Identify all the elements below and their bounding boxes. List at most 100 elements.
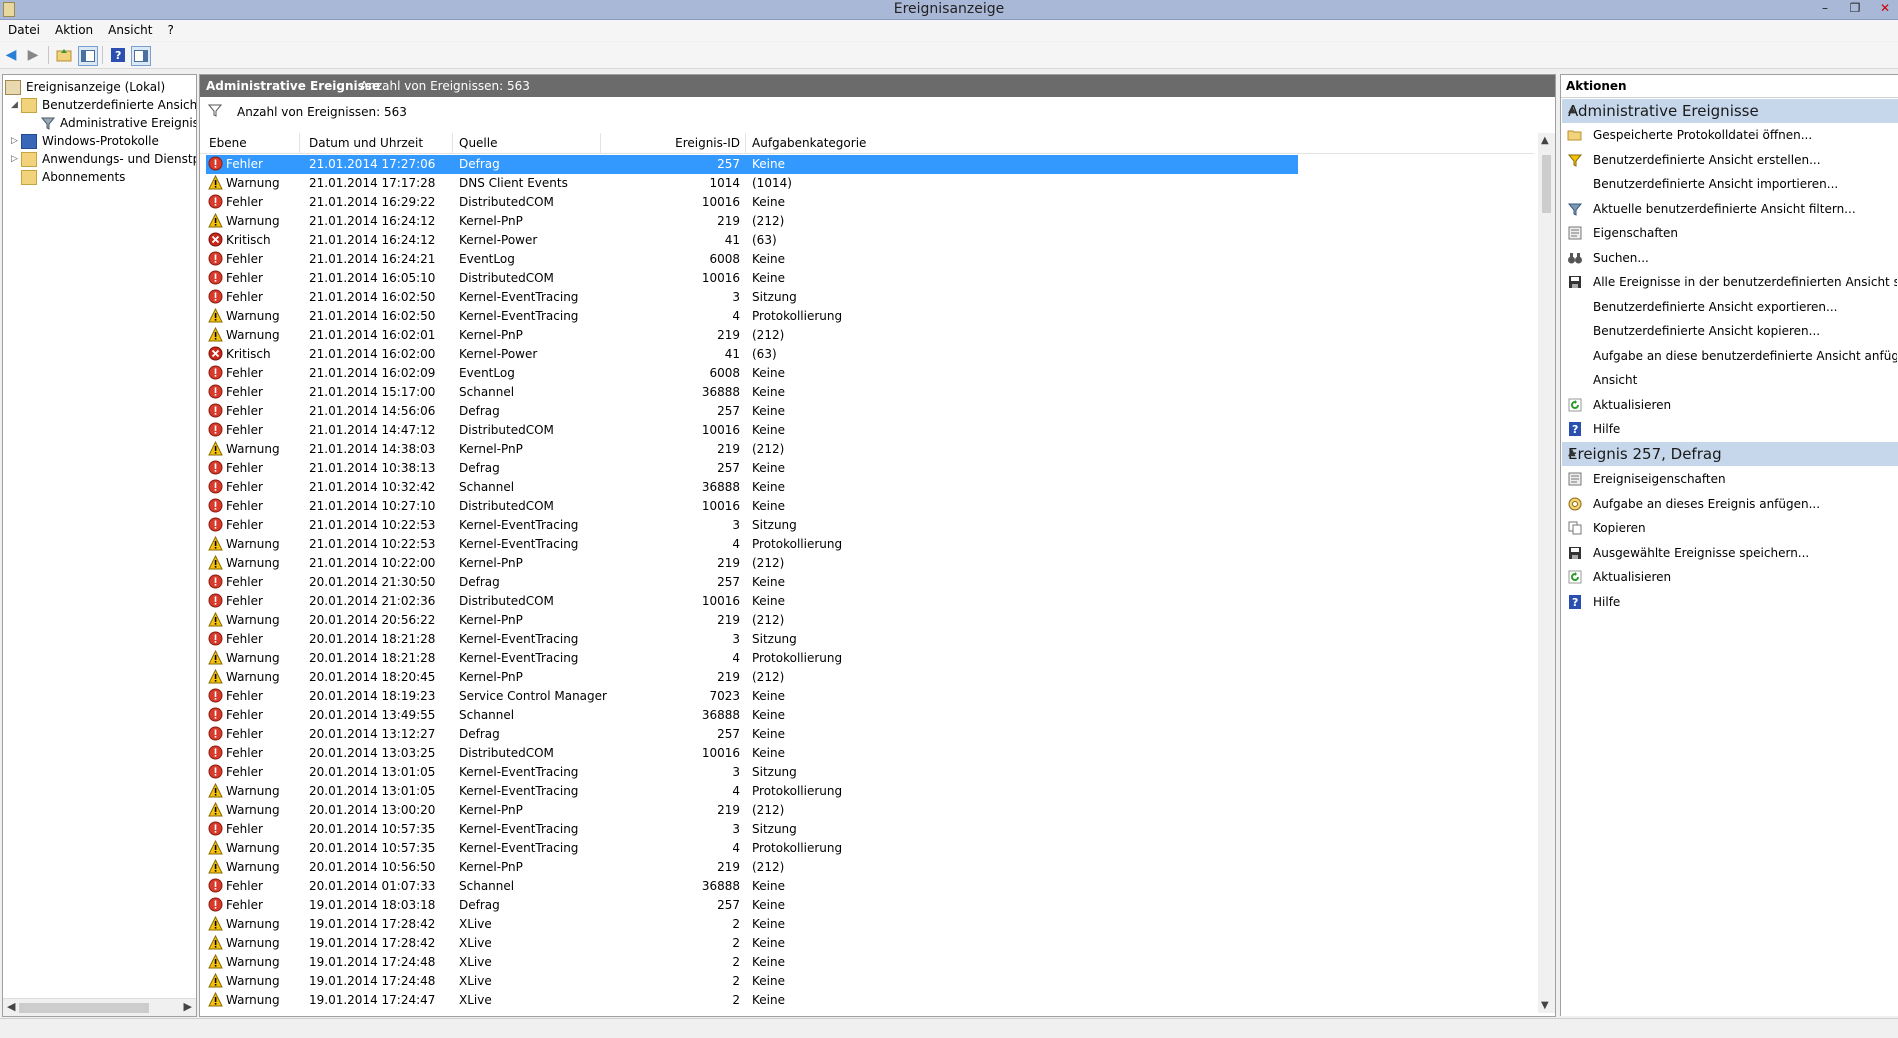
column-level[interactable]: Ebene [209, 136, 247, 150]
table-row[interactable]: Fehler 20.01.2014 13:03:25 DistributedCOM 1… [200, 744, 1534, 763]
events-vertical-scrollbar[interactable]: ▲ ▼ [1538, 133, 1555, 1013]
action-item[interactable]: Aufgabe an dieses Ereignis anfügen... [1567, 494, 1897, 514]
tree-item-windows-logs[interactable]: ▷ Windows-Protokolle [11, 132, 159, 150]
table-row[interactable]: Fehler 21.01.2014 16:02:09 EventLog 6008 Kei… [200, 364, 1534, 383]
table-row[interactable]: Warnung 21.01.2014 10:22:53 Kernel-EventTr… [200, 535, 1534, 554]
table-row[interactable]: Fehler 21.01.2014 10:32:42 Schannel 36888 Ke… [200, 478, 1534, 497]
minimize-button[interactable]: – [1814, 0, 1836, 18]
action-item[interactable]: Ereigniseigenschaften [1567, 469, 1897, 489]
table-row[interactable]: Fehler 21.01.2014 10:27:10 DistributedCOM 1… [200, 497, 1534, 516]
tree-item-root[interactable]: Ereignisanzeige (Lokal) [5, 78, 165, 96]
table-row[interactable]: Warnung 20.01.2014 20:56:22 Kernel-PnP 219 (… [200, 611, 1534, 630]
column-source[interactable]: Quelle [459, 136, 497, 150]
collapse-caret-icon[interactable]: ▲ [1568, 104, 1897, 115]
table-row[interactable]: Fehler 20.01.2014 18:21:28 Kernel-EventTra… [200, 630, 1534, 649]
table-row[interactable]: Fehler 21.01.2014 16:24:21 EventLog 6008 Kei… [200, 250, 1534, 269]
table-row[interactable]: Warnung 19.01.2014 17:28:42 XLive 2 Keine [200, 915, 1534, 934]
action-item[interactable]: Ausgewählte Ereignisse speichern... [1567, 543, 1897, 563]
actions-section-event[interactable]: Ereignis 257, Defrag ▲ [1562, 442, 1898, 466]
table-row[interactable]: Warnung 21.01.2014 10:22:00 Kernel-PnP 219 (… [200, 554, 1534, 573]
scroll-left-icon[interactable]: ◀ [7, 1000, 15, 1013]
close-button[interactable]: ✕ [1874, 0, 1896, 18]
table-row[interactable]: Warnung 21.01.2014 17:17:28 DNS Client Eve… [200, 174, 1534, 193]
table-row[interactable]: Warnung 19.01.2014 17:24:48 XLive 2 Keine [200, 953, 1534, 972]
menu-ansicht[interactable]: Ansicht [100, 20, 159, 37]
scroll-down-icon[interactable]: ▼ [1541, 1000, 1549, 1011]
action-item[interactable]: Benutzerdefinierte Ansicht importieren..… [1567, 174, 1897, 194]
action-item[interactable]: ? Hilfe [1567, 419, 1897, 439]
tree-item-custom-views[interactable]: ◢ Benutzerdefinierte Ansichten [11, 96, 196, 114]
action-item[interactable]: Benutzerdefinierte Ansicht kopieren... [1567, 321, 1897, 341]
table-row[interactable]: Warnung 21.01.2014 16:02:50 Kernel-EventTr… [200, 307, 1534, 326]
action-item[interactable]: Aktualisieren [1567, 567, 1897, 587]
tree-item-subscriptions[interactable]: Abonnements [21, 168, 125, 186]
table-row[interactable]: Fehler 21.01.2014 14:56:06 Defrag 257 Keine [200, 402, 1534, 421]
table-row[interactable]: Fehler 21.01.2014 16:02:50 Kernel-EventTra… [200, 288, 1534, 307]
menu-help[interactable]: ? [159, 20, 180, 37]
table-row[interactable]: Fehler 21.01.2014 16:29:22 DistributedCOM 1… [200, 193, 1534, 212]
restore-button[interactable]: ❐ [1844, 0, 1866, 18]
action-item[interactable]: Suchen... [1567, 248, 1897, 268]
table-row[interactable]: Warnung 20.01.2014 18:20:45 Kernel-PnP 219 (… [200, 668, 1534, 687]
tree-item-app-logs[interactable]: ▷ Anwendungs- und Dienstprot [11, 150, 196, 168]
table-row[interactable]: Fehler 20.01.2014 13:49:55 Schannel 36888 Ke… [200, 706, 1534, 725]
table-row[interactable]: Fehler 21.01.2014 15:17:00 Schannel 36888 Ke… [200, 383, 1534, 402]
back-arrow-icon[interactable]: ◀ [2, 46, 20, 64]
scroll-up-icon[interactable]: ▲ [1541, 135, 1549, 146]
table-row[interactable]: Fehler 21.01.2014 14:47:12 DistributedCOM 1… [200, 421, 1534, 440]
table-row[interactable]: Fehler 21.01.2014 10:38:13 Defrag 257 Keine [200, 459, 1534, 478]
action-item[interactable]: Aufgabe an diese benutzerdefinierte Ansi… [1567, 346, 1897, 366]
table-row[interactable]: Warnung 20.01.2014 13:00:20 Kernel-PnP 219 (… [200, 801, 1534, 820]
table-row[interactable]: Warnung 19.01.2014 17:24:47 XLive 2 Keine [200, 991, 1534, 1010]
collapse-arrow-icon[interactable]: ▷ [11, 136, 21, 146]
tree-horizontal-scrollbar[interactable]: ◀ ▶ [3, 998, 196, 1016]
table-row[interactable]: Warnung 21.01.2014 16:24:12 Kernel-PnP 219 (… [200, 212, 1534, 231]
action-item[interactable]: Gespeicherte Protokolldatei öffnen... [1567, 125, 1897, 145]
scroll-thumb[interactable] [19, 1003, 149, 1013]
table-row[interactable]: Kritisch 21.01.2014 16:02:00 Kernel-Power 4… [200, 345, 1534, 364]
table-row[interactable]: Warnung 21.01.2014 14:38:03 Kernel-PnP 219 (… [200, 440, 1534, 459]
table-row[interactable]: Warnung 20.01.2014 10:57:35 Kernel-EventTr… [200, 839, 1534, 858]
show-hide-tree-icon[interactable] [78, 46, 98, 66]
table-row[interactable]: Fehler 20.01.2014 13:01:05 Kernel-EventTra… [200, 763, 1534, 782]
table-row[interactable]: Fehler 20.01.2014 01:07:33 Schannel 36888 Ke… [200, 877, 1534, 896]
menu-aktion[interactable]: Aktion [47, 20, 100, 37]
action-item[interactable]: Benutzerdefinierte Ansicht exportieren..… [1567, 297, 1897, 317]
action-item[interactable]: Aktualisieren [1567, 395, 1897, 415]
table-row[interactable]: Warnung 19.01.2014 17:24:48 XLive 2 Keine [200, 972, 1534, 991]
column-datetime[interactable]: Datum und Uhrzeit [309, 136, 423, 150]
tree-item-admin-events[interactable]: Administrative Ereignisse [40, 114, 196, 132]
collapse-caret-icon[interactable]: ▲ [1568, 447, 1897, 458]
table-row[interactable]: Fehler 20.01.2014 13:12:27 Defrag 257 Keine [200, 725, 1534, 744]
table-row[interactable]: Kritisch 21.01.2014 16:24:12 Kernel-Power 4… [200, 231, 1534, 250]
column-task-category[interactable]: Aufgabenkategorie [752, 136, 866, 150]
table-row[interactable]: Fehler 21.01.2014 16:05:10 DistributedCOM 1… [200, 269, 1534, 288]
table-row[interactable]: Fehler 21.01.2014 17:27:06 Defrag 257 Keine [206, 155, 1298, 174]
table-row[interactable]: Warnung 20.01.2014 10:56:50 Kernel-PnP 219 (… [200, 858, 1534, 877]
show-action-pane-icon[interactable] [131, 46, 151, 66]
action-item[interactable]: ? Hilfe [1567, 592, 1897, 612]
action-item[interactable]: Ansicht [1567, 370, 1897, 390]
help-icon[interactable]: ? [109, 46, 127, 64]
action-item[interactable]: Aktuelle benutzerdefinierte Ansicht filt… [1567, 199, 1897, 219]
table-row[interactable]: Warnung 20.01.2014 13:01:05 Kernel-EventTr… [200, 782, 1534, 801]
actions-section-admin-events[interactable]: Administrative Ereignisse ▲ [1562, 99, 1898, 123]
action-item[interactable]: Kopieren [1567, 518, 1897, 538]
table-row[interactable]: Fehler 20.01.2014 10:57:35 Kernel-EventTra… [200, 820, 1534, 839]
action-item[interactable]: Alle Ereignisse in der benutzerdefiniert… [1567, 272, 1897, 292]
table-row[interactable]: Warnung 19.01.2014 17:28:42 XLive 2 Keine [200, 934, 1534, 953]
action-item[interactable]: Benutzerdefinierte Ansicht erstellen... [1567, 150, 1897, 170]
forward-arrow-icon[interactable]: ▶ [24, 46, 42, 64]
scroll-thumb[interactable] [1542, 155, 1551, 213]
table-row[interactable]: Fehler 20.01.2014 18:19:23 Service Control… [200, 687, 1534, 706]
table-row[interactable]: Warnung 20.01.2014 18:21:28 Kernel-EventTr… [200, 649, 1534, 668]
column-event-id[interactable]: Ereignis-ID [670, 136, 740, 150]
scroll-right-icon[interactable]: ▶ [184, 1000, 192, 1013]
folder-up-icon[interactable] [55, 46, 73, 64]
table-row[interactable]: Fehler 20.01.2014 21:02:36 DistributedCOM 1… [200, 592, 1534, 611]
table-row[interactable]: Fehler 21.01.2014 10:22:53 Kernel-EventTra… [200, 516, 1534, 535]
menu-datei[interactable]: Datei [0, 20, 47, 37]
collapse-arrow-icon[interactable]: ▷ [11, 154, 21, 164]
table-row[interactable]: Fehler 20.01.2014 21:30:50 Defrag 257 Keine [200, 573, 1534, 592]
action-item[interactable]: Eigenschaften [1567, 223, 1897, 243]
